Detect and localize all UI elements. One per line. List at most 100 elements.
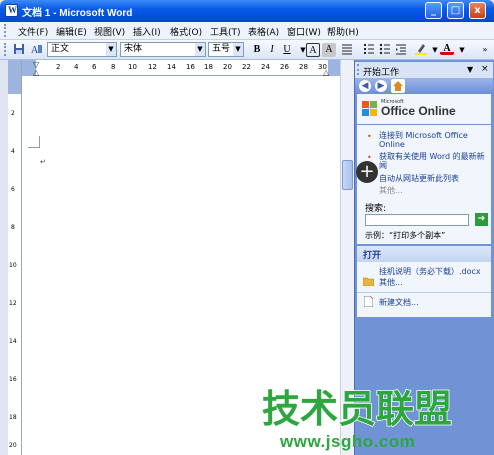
open-more-link[interactable]: 其他... (379, 277, 403, 288)
style-select[interactable]: 正文 ▼ (47, 42, 117, 57)
menu-insert[interactable]: 插入(I) (133, 25, 161, 38)
link-word-news[interactable]: 获取有关使用 Word 的最新新闻 (379, 152, 489, 170)
char-shading-button[interactable]: A (322, 43, 336, 57)
office-logo-icon (361, 100, 379, 118)
underline-button[interactable]: U (280, 43, 294, 57)
menubar-grip-icon[interactable] (4, 24, 7, 37)
menu-edit[interactable]: 编辑(E) (56, 25, 87, 38)
back-icon[interactable]: ◀ (359, 80, 371, 92)
divider (357, 124, 491, 125)
forward-icon[interactable]: ▶ (375, 80, 387, 92)
vruler-tick-label: 12 (9, 300, 17, 307)
recent-file-link[interactable]: 挂机说明（务必下载）.docx (379, 266, 481, 277)
ruler-tick-label: 26 (280, 63, 289, 71)
ruler-tick-label: 2 (56, 63, 61, 71)
font-color-button[interactable]: A (440, 43, 454, 55)
search-go-icon[interactable]: ➔ (475, 213, 488, 226)
watermark-text: 技术员联盟 (262, 387, 452, 429)
watermark-url: www.jsgho.com (280, 432, 416, 451)
plus-circle-icon[interactable]: + (356, 161, 378, 183)
new-document-link[interactable]: 新建文档... (379, 297, 419, 308)
toolbar-grip-icon[interactable] (4, 43, 7, 56)
open-section-header: 打开 (357, 246, 491, 262)
open-section-body: 挂机说明（务必下载）.docx 其他... 新建文档... (357, 262, 491, 317)
bullet-icon: • (367, 132, 372, 141)
task-pane-menu-icon[interactable]: ▼ (467, 65, 473, 74)
menu-format[interactable]: 格式(O) (170, 25, 202, 38)
toolbar-options-icon[interactable]: » (478, 43, 492, 57)
font-select-value: 宋体 (124, 44, 143, 54)
char-border-button[interactable]: A (306, 43, 320, 57)
horizontal-ruler[interactable]: ▽ △ △ 2 4 6 8 10 12 14 16 18 20 22 24 26… (22, 60, 342, 77)
divider (357, 292, 491, 293)
minimize-button[interactable]: _ (425, 2, 442, 19)
search-example: 示例：“打印多个副本” (365, 231, 446, 240)
vruler-tick-label: 16 (9, 376, 17, 383)
align-justify-icon[interactable] (340, 43, 354, 57)
task-pane-header: 开始工作 ▼ × (355, 62, 493, 78)
paragraph-mark[interactable]: ↵ (40, 158, 46, 166)
numbered-list-icon[interactable] (362, 43, 376, 57)
menu-tools[interactable]: 工具(T) (210, 25, 241, 38)
margin-corner-mark (28, 136, 40, 148)
chevron-down-icon[interactable]: ▼ (233, 43, 243, 56)
link-connect-office-online[interactable]: 连接到 Microsoft Office Online (379, 131, 489, 149)
task-pane-title: 开始工作 (363, 68, 400, 78)
style-select-value: 正文 (51, 44, 70, 54)
office-online-title: Office Online (381, 104, 456, 118)
vruler-tick-label: 10 (9, 262, 17, 269)
menu-table[interactable]: 表格(A) (248, 25, 279, 38)
ruler-tick-label: 6 (92, 63, 97, 71)
highlight-icon[interactable] (414, 43, 428, 57)
ruler-tick-label: 16 (186, 63, 195, 71)
maximize-button[interactable]: □ (447, 2, 464, 19)
ruler-tick-label: 12 (148, 63, 157, 71)
font-size-select[interactable]: 五号 ▼ (208, 42, 244, 57)
chevron-down-icon[interactable]: ▼ (195, 43, 205, 56)
left-strip (0, 60, 8, 455)
search-input[interactable] (365, 214, 469, 226)
menu-help[interactable]: 帮助(H) (327, 25, 359, 38)
ruler-tick-label: 4 (74, 63, 79, 71)
title-bar[interactable]: 文档 1 - Microsoft Word _ □ x (0, 0, 494, 22)
home-icon[interactable] (391, 79, 405, 93)
vruler-tick-label: 2 (11, 110, 15, 117)
font-select[interactable]: 宋体 ▼ (120, 42, 206, 57)
ruler-tick-label: 24 (261, 63, 270, 71)
vruler-tick-label: 6 (11, 186, 15, 193)
vertical-ruler[interactable]: 2 4 6 8 10 12 14 16 18 20 (8, 60, 22, 455)
ruler-tick-label: 20 (223, 63, 232, 71)
task-pane-grip-icon[interactable] (357, 64, 360, 75)
scrollbar-thumb[interactable] (342, 160, 353, 190)
bold-button[interactable]: B (250, 43, 264, 57)
link-auto-update[interactable]: 自动从网站更新此列表 (379, 173, 459, 184)
save-icon[interactable] (12, 43, 26, 57)
open-section-title: 打开 (363, 251, 382, 261)
ruler-tick-label: 22 (242, 63, 251, 71)
formatting-toolbar: A 正文 ▼ 宋体 ▼ 五号 ▼ B I U ▼ A A ▼ A ▼ » (0, 40, 494, 60)
word-app-icon[interactable] (5, 4, 18, 17)
search-label: 搜索: (365, 204, 387, 214)
menu-file[interactable]: 文件(F) (18, 25, 48, 38)
window-title: 文档 1 - Microsoft Word (22, 8, 133, 19)
menu-view[interactable]: 视图(V) (94, 25, 125, 38)
task-pane-close-icon[interactable]: × (481, 64, 489, 74)
ruler-tick-label: 28 (299, 63, 308, 71)
ruler-tick-label: 8 (111, 63, 116, 71)
chevron-down-icon[interactable]: ▼ (106, 43, 116, 56)
bulleted-list-icon[interactable] (378, 43, 392, 57)
top-margin-area (8, 60, 21, 94)
folder-icon (362, 277, 375, 289)
vruler-tick-label: 8 (11, 224, 15, 231)
close-button[interactable]: x (469, 2, 486, 19)
more-link[interactable]: 其他... (379, 185, 403, 196)
styles-pane-icon[interactable]: A (30, 43, 44, 57)
svg-text:A: A (31, 45, 39, 55)
font-color-dropdown-icon[interactable]: ▼ (455, 43, 469, 57)
indent-icon[interactable] (394, 43, 408, 57)
vruler-tick-label: 14 (9, 338, 17, 345)
watermark-logo: 技术员联盟 (261, 385, 453, 432)
menu-window[interactable]: 窗口(W) (287, 25, 321, 38)
ruler-tick-label: 18 (204, 63, 213, 71)
italic-button[interactable]: I (265, 43, 279, 57)
